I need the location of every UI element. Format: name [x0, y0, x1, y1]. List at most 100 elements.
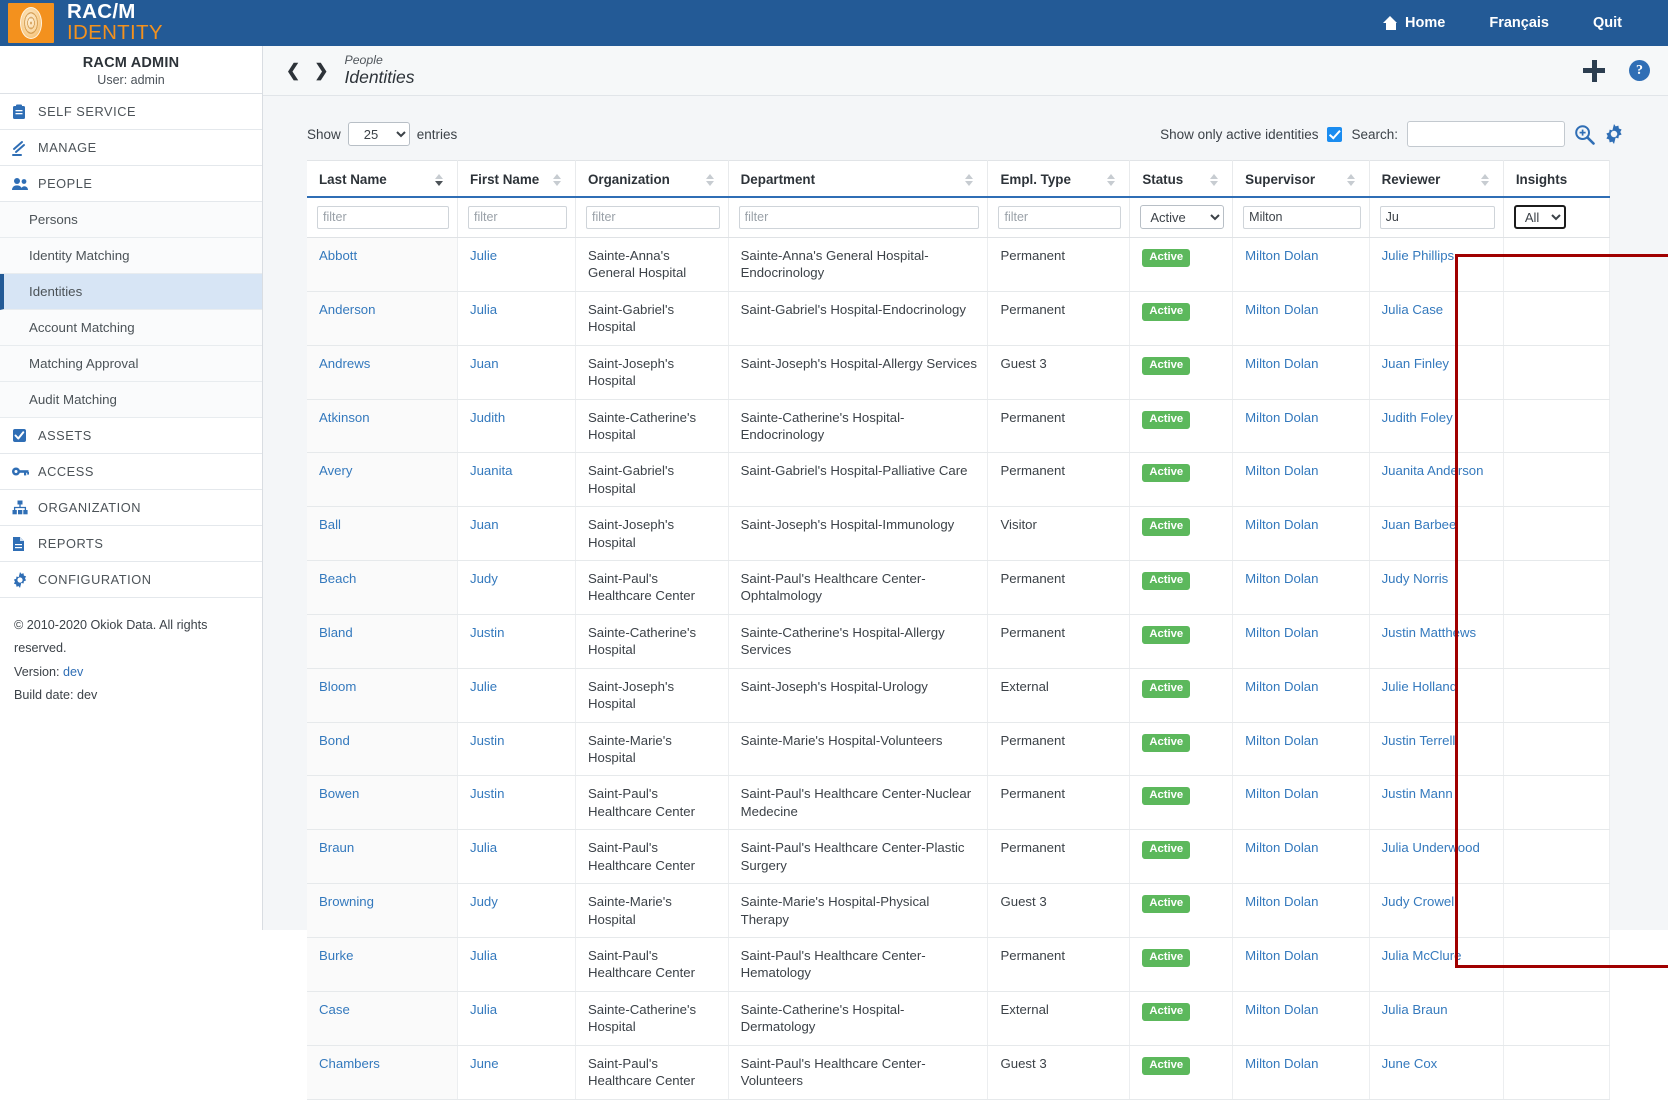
cell-first-name-link[interactable]: Julia [470, 840, 497, 855]
cell-supervisor-link[interactable]: Milton Dolan [1245, 786, 1318, 801]
cell-reviewer-link[interactable]: Judy Norris [1382, 571, 1449, 586]
sidebar-group-people[interactable]: PEOPLE [0, 166, 262, 202]
filter-select-status[interactable]: ActiveInactiveAll [1140, 205, 1225, 229]
plus-icon[interactable] [1583, 59, 1605, 82]
cell-supervisor-link[interactable]: Milton Dolan [1245, 517, 1318, 532]
sort-toggle-icon[interactable] [705, 173, 718, 187]
filter-input-reviewer[interactable] [1379, 205, 1495, 229]
filter-input-empl-type[interactable] [998, 205, 1122, 229]
nav-home[interactable]: Home [1361, 15, 1467, 31]
cell-supervisor-link[interactable]: Milton Dolan [1245, 840, 1318, 855]
cell-last-name-link[interactable]: Case [319, 1002, 350, 1017]
cell-last-name-link[interactable]: Atkinson [319, 410, 370, 425]
cell-reviewer-link[interactable]: Julie Phillips [1382, 248, 1455, 263]
column-header-department[interactable]: Department [728, 160, 989, 198]
column-header-first-name[interactable]: First Name [457, 160, 576, 198]
sidebar-group-organization[interactable]: ORGANIZATION [0, 490, 262, 526]
filter-select-insights[interactable]: All [1513, 205, 1566, 229]
cell-first-name-link[interactable]: Judith [470, 410, 505, 425]
table-row[interactable]: Case Julia Sainte-Catherine's Hospital Sain… [307, 991, 1611, 1046]
column-header-reviewer[interactable]: Reviewer [1369, 160, 1504, 198]
cell-reviewer-link[interactable]: Judith Foley [1382, 410, 1453, 425]
cell-reviewer-link[interactable]: Julia Braun [1382, 1002, 1448, 1017]
cell-first-name-link[interactable]: Judy [470, 571, 498, 586]
sort-toggle-icon[interactable] [1480, 173, 1493, 187]
sort-toggle-icon[interactable] [1210, 173, 1222, 187]
table-row[interactable]: Andrews Juan Saint-Joseph's Hospital Saint-… [307, 345, 1611, 400]
sidebar-item-identity-matching[interactable]: Identity Matching [0, 238, 262, 274]
cell-supervisor-link[interactable]: Milton Dolan [1245, 356, 1318, 371]
cell-first-name-link[interactable]: Julia [470, 948, 497, 963]
sidebar-group-manage[interactable]: MANAGE [0, 130, 262, 166]
cell-first-name-link[interactable]: Julie [470, 248, 497, 263]
table-row[interactable]: Bond Justin Sainte-Marie's Hospital Sainte-… [307, 722, 1611, 777]
sort-descending-icon[interactable] [434, 173, 447, 187]
sidebar-item-identities[interactable]: Identities [0, 274, 262, 310]
cell-reviewer-link[interactable]: Julia Case [1382, 302, 1444, 317]
cell-last-name-link[interactable]: Bond [319, 733, 350, 748]
cell-supervisor-link[interactable]: Milton Dolan [1245, 410, 1318, 425]
table-row[interactable]: Abbott Julie Sainte-Anna's General Hospita… [307, 237, 1611, 292]
table-row[interactable]: Ball Juan Saint-Joseph's Hospital Saint-Jos… [307, 506, 1611, 562]
nav-francais[interactable]: Français [1467, 15, 1571, 31]
column-header-empl-type[interactable]: Empl. Type [987, 160, 1131, 198]
cell-supervisor-link[interactable]: Milton Dolan [1245, 302, 1318, 317]
cell-first-name-link[interactable]: Julie [470, 679, 497, 694]
chevron-left-icon[interactable]: ❮ [279, 62, 307, 79]
column-header-insights[interactable]: Insights [1503, 160, 1611, 198]
sidebar-group-self-service[interactable]: SELF SERVICE [0, 94, 262, 130]
cell-supervisor-link[interactable]: Milton Dolan [1245, 248, 1318, 263]
cell-last-name-link[interactable]: Bowen [319, 786, 359, 801]
breadcrumb-parent[interactable]: People [345, 53, 415, 68]
filter-input-department[interactable] [738, 205, 980, 229]
cell-reviewer-link[interactable]: Juan Finley [1382, 356, 1449, 371]
cell-last-name-link[interactable]: Browning [319, 894, 374, 909]
cell-reviewer-link[interactable]: Julia Underwood [1382, 840, 1480, 855]
column-header-status[interactable]: Status [1129, 160, 1234, 198]
cell-supervisor-link[interactable]: Milton Dolan [1245, 571, 1318, 586]
cell-supervisor-link[interactable]: Milton Dolan [1245, 1002, 1318, 1017]
table-row[interactable]: Burke Julia Saint-Paul's Healthcare Center… [307, 937, 1611, 992]
table-row[interactable]: Chambers June Saint-Paul's Healthcare Cent… [307, 1045, 1611, 1100]
column-header-organization[interactable]: Organization [575, 160, 729, 198]
cell-first-name-link[interactable]: June [470, 1056, 499, 1071]
table-row[interactable]: Beach Judy Saint-Paul's Healthcare Center S… [307, 560, 1611, 615]
column-header-supervisor[interactable]: Supervisor [1232, 160, 1370, 198]
cell-reviewer-link[interactable]: Juanita Anderson [1382, 463, 1484, 478]
table-row[interactable]: Anderson Julia Saint-Gabriel's Hospital Sai… [307, 291, 1611, 346]
sort-toggle-icon[interactable] [552, 173, 565, 187]
cell-supervisor-link[interactable]: Milton Dolan [1245, 679, 1318, 694]
sidebar-group-access[interactable]: ACCESS [0, 454, 262, 490]
table-row[interactable]: Atkinson Judith Sainte-Catherine's Hospita… [307, 399, 1611, 454]
sidebar-item-matching-approval[interactable]: Matching Approval [0, 346, 262, 382]
search-input[interactable] [1407, 121, 1565, 147]
filter-input-first-name[interactable] [467, 205, 567, 229]
brand-logo[interactable]: RAC/M IDENTITY [0, 0, 163, 46]
cell-first-name-link[interactable]: Juan [470, 356, 499, 371]
cell-last-name-link[interactable]: Burke [319, 948, 353, 963]
table-row[interactable]: Braun Julia Saint-Paul's Healthcare Center… [307, 829, 1611, 885]
cell-reviewer-link[interactable]: Justin Terrell [1382, 733, 1456, 748]
cell-last-name-link[interactable]: Avery [319, 463, 352, 478]
search-plus-icon[interactable] [1574, 124, 1595, 145]
cell-first-name-link[interactable]: Judy [470, 894, 498, 909]
cell-supervisor-link[interactable]: Milton Dolan [1245, 625, 1318, 640]
table-row[interactable]: Bland Justin Sainte-Catherine's Hospital Sa… [307, 614, 1611, 669]
table-row[interactable]: Bloom Julie Saint-Joseph's Hospital Saint-J… [307, 668, 1611, 723]
nav-quit[interactable]: Quit [1571, 15, 1644, 31]
sidebar-group-configuration[interactable]: CONFIGURATION [0, 562, 262, 598]
sidebar-group-assets[interactable]: ASSETS [0, 418, 262, 454]
cell-first-name-link[interactable]: Justin [470, 786, 504, 801]
help-circle-icon[interactable]: ? [1629, 60, 1650, 81]
sort-toggle-icon[interactable] [965, 173, 977, 187]
cell-supervisor-link[interactable]: Milton Dolan [1245, 463, 1318, 478]
column-header-last-name[interactable]: Last Name [307, 160, 458, 198]
cell-reviewer-link[interactable]: June Cox [1382, 1056, 1438, 1071]
cell-first-name-link[interactable]: Juan [470, 517, 499, 532]
cell-supervisor-link[interactable]: Milton Dolan [1245, 894, 1318, 909]
cell-reviewer-link[interactable]: Juan Barbee [1382, 517, 1457, 532]
cell-last-name-link[interactable]: Abbott [319, 248, 357, 263]
sort-toggle-icon[interactable] [1346, 173, 1359, 187]
active-only-checkbox[interactable] [1327, 126, 1343, 142]
cell-first-name-link[interactable]: Julia [470, 1002, 497, 1017]
